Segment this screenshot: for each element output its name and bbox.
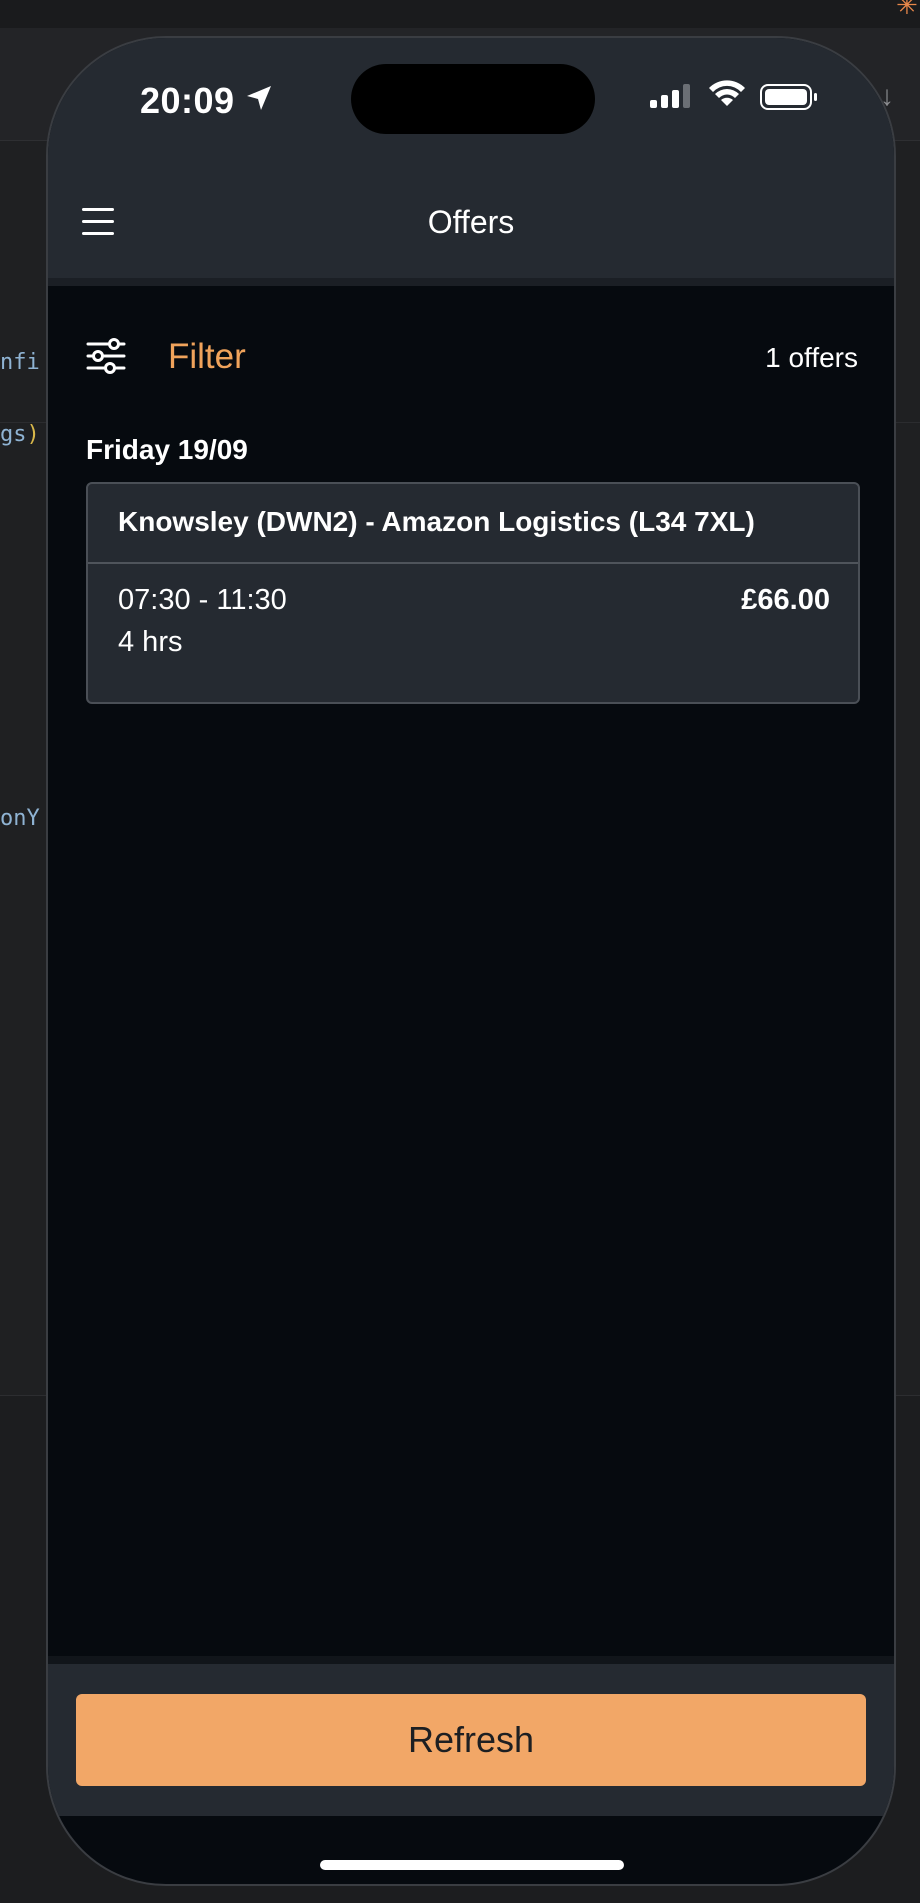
wifi-icon: [709, 80, 745, 106]
code-line: onY: [0, 806, 40, 831]
filter-row: Filter 1 offers: [48, 290, 894, 410]
status-time: 20:09: [140, 80, 235, 121]
dynamic-island: [351, 64, 595, 134]
code-line: nfi: [0, 350, 40, 375]
offer-card-header: Knowsley (DWN2) - Amazon Logistics (L34 …: [88, 484, 858, 564]
ide-title-bar: [0, 0, 920, 29]
bottom-divider: [48, 1656, 894, 1664]
offer-location: Knowsley (DWN2) - Amazon Logistics (L34 …: [118, 506, 755, 537]
offer-card[interactable]: Knowsley (DWN2) - Amazon Logistics (L34 …: [86, 482, 860, 704]
home-indicator[interactable]: [320, 1860, 624, 1870]
nav-divider: [48, 278, 894, 286]
refresh-button[interactable]: Refresh: [76, 1694, 866, 1786]
sliders-icon[interactable]: [86, 336, 126, 376]
location-arrow-icon: [247, 86, 271, 110]
code-line: gs): [0, 422, 40, 447]
phone-screen: 20:09 Offers Filter 1 offers Friday 19/0…: [46, 36, 896, 1886]
bottom-panel: Refresh: [48, 1664, 894, 1816]
cellular-signal-icon: [650, 84, 690, 108]
offer-time-range: 07:30 - 11:30: [118, 584, 287, 616]
day-heading: Friday 19/09: [86, 434, 248, 465]
filter-button[interactable]: Filter: [168, 337, 246, 377]
offer-price: £66.00: [741, 584, 830, 616]
status-bar: 20:09: [48, 38, 894, 170]
offer-duration: 4 hrs: [118, 626, 183, 658]
offer-count: 1 offers: [765, 342, 858, 373]
battery-icon: [760, 84, 817, 110]
page-title: Offers: [427, 204, 515, 240]
nav-bar: Offers: [48, 170, 894, 279]
sparkle-icon: ✳: [896, 0, 918, 20]
